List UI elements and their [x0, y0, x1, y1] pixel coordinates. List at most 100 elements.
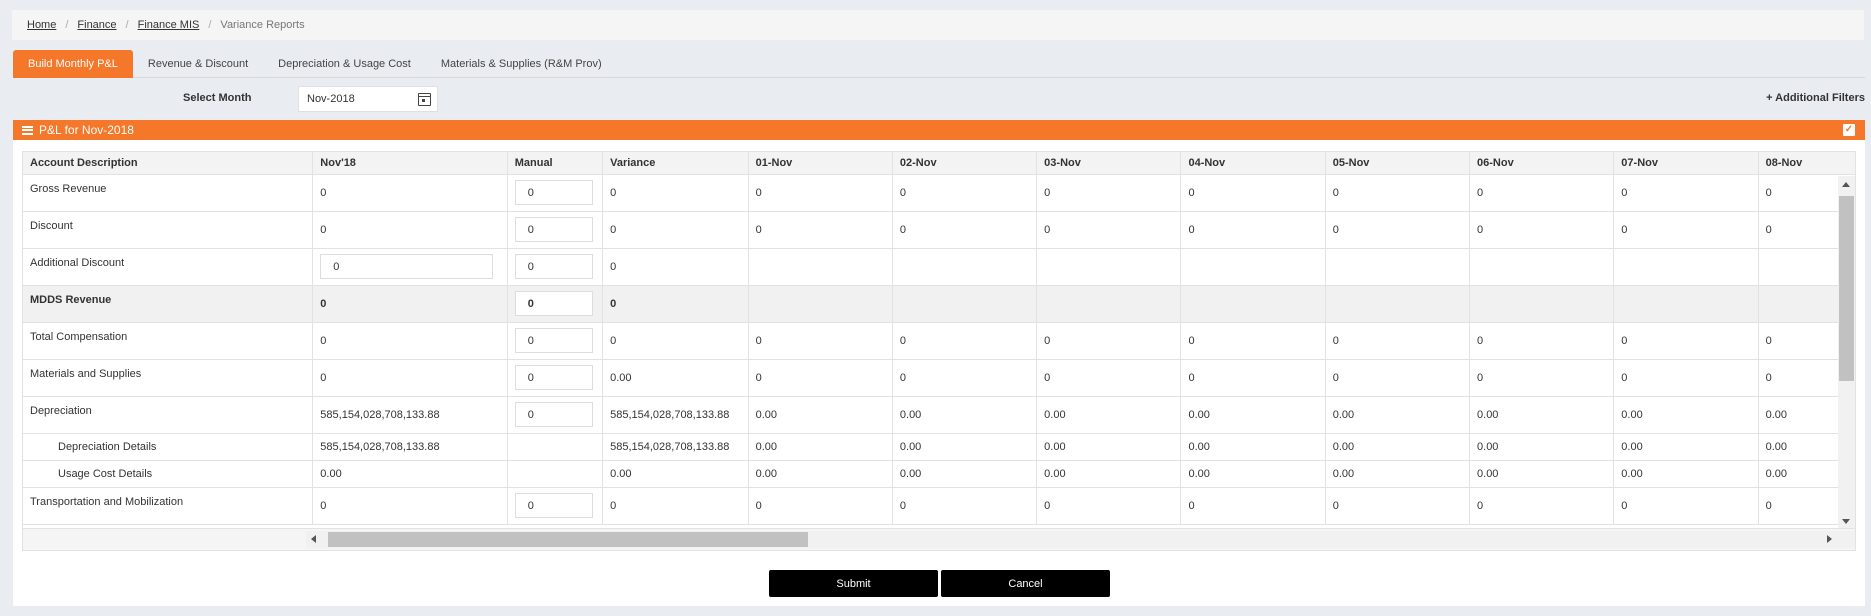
day-cell: 0	[1613, 487, 1759, 525]
manual-input[interactable]: 0	[514, 493, 593, 518]
column-header: Account Description	[23, 152, 314, 175]
day-cell: 0	[892, 322, 1038, 360]
day-cell	[748, 285, 893, 323]
column-header: 08-Nov	[1758, 152, 1855, 175]
day-cell	[1036, 248, 1182, 286]
filter-row: Select Month Nov-2018 + Additional Filte…	[13, 86, 1865, 112]
day-cell: 0.00	[892, 460, 1038, 488]
day-cell: 0.00	[1036, 460, 1182, 488]
nov-input[interactable]: 0	[320, 254, 494, 279]
account-description: Depreciation Details	[23, 433, 314, 461]
nov-cell: 0	[312, 359, 508, 397]
breadcrumb-current: Variance Reports	[220, 19, 305, 31]
day-cell: 0	[1469, 322, 1615, 360]
manual-input[interactable]: 0	[514, 291, 593, 316]
scroll-right-icon[interactable]	[1827, 535, 1832, 543]
pl-table-container: Account Description Nov'18 Manual Varian…	[22, 151, 1856, 551]
tab-materials-supplies[interactable]: Materials & Supplies (R&M Prov)	[426, 50, 617, 78]
day-cell: 0	[1469, 359, 1615, 397]
vertical-scrollbar[interactable]	[1838, 176, 1855, 528]
day-cell: 0.00	[1325, 396, 1471, 434]
table-header-row: Account Description Nov'18 Manual Varian…	[23, 152, 1855, 175]
day-cell: 0	[892, 174, 1038, 212]
manual-input[interactable]: 0	[514, 328, 593, 353]
month-picker[interactable]: Nov-2018	[298, 86, 438, 112]
variance-cell: 585,154,028,708,133.88	[602, 396, 749, 434]
manual-cell: 0	[507, 322, 604, 360]
table-row: Additional Discount 0 0 0	[23, 248, 1855, 286]
day-cell	[1613, 248, 1759, 286]
day-cell: 0	[1036, 211, 1182, 249]
manual-input[interactable]: 0	[514, 402, 593, 427]
day-cell: 0	[1613, 211, 1759, 249]
day-cell: 0	[1325, 174, 1471, 212]
breadcrumb-separator: /	[65, 19, 69, 31]
variance-cell: 0	[602, 211, 749, 249]
breadcrumb-home-link[interactable]: Home	[27, 19, 56, 31]
manual-input[interactable]: 0	[514, 180, 593, 205]
account-description: MDDS Revenue	[23, 285, 314, 323]
day-cell: 0.00	[1325, 433, 1471, 461]
account-description: Transportation and Mobilization	[23, 487, 314, 525]
panel-header: P&L for Nov-2018 ✓	[13, 120, 1865, 140]
variance-cell: 0	[602, 174, 749, 212]
day-cell	[1180, 285, 1326, 323]
cancel-button[interactable]: Cancel	[941, 570, 1110, 597]
manual-cell	[507, 433, 604, 461]
table-row: Usage Cost Details 0.00 0.00 0.00 0.00 0.00 0.…	[23, 460, 1855, 488]
tab-build-monthly-pl[interactable]: Build Monthly P&L	[13, 50, 133, 78]
day-cell: 0	[1036, 174, 1182, 212]
manual-cell: 0	[507, 487, 604, 525]
variance-cell: 0.00	[602, 359, 749, 397]
day-cell: 0	[1469, 487, 1615, 525]
nov-cell: 0	[312, 285, 508, 323]
day-cell: 0.00	[1036, 433, 1182, 461]
horizontal-scrollbar[interactable]	[23, 528, 1855, 550]
tab-revenue-discount[interactable]: Revenue & Discount	[133, 50, 263, 78]
manual-input[interactable]: 0	[514, 217, 593, 242]
vertical-scroll-thumb[interactable]	[1839, 196, 1854, 381]
horizontal-scroll-thumb[interactable]	[328, 532, 808, 547]
nov-cell: 0	[312, 322, 508, 360]
scroll-left-icon[interactable]	[311, 535, 316, 543]
day-cell: 0	[1180, 174, 1326, 212]
nov-cell: 0.00	[312, 460, 508, 488]
day-cell	[1469, 248, 1615, 286]
column-header: 04-Nov	[1180, 152, 1326, 175]
day-cell: 0	[1613, 322, 1759, 360]
breadcrumb-finance-mis-link[interactable]: Finance MIS	[138, 19, 200, 31]
manual-input[interactable]: 0	[514, 254, 593, 279]
day-cell: 0.00	[1469, 460, 1615, 488]
column-header: 05-Nov	[1325, 152, 1471, 175]
breadcrumb-finance-link[interactable]: Finance	[77, 19, 116, 31]
manual-input[interactable]: 0	[514, 365, 593, 390]
manual-cell: 0	[507, 285, 604, 323]
account-description: Depreciation	[23, 396, 314, 434]
day-cell: 0	[1180, 359, 1326, 397]
submit-button[interactable]: Submit	[769, 570, 938, 597]
checkbox-checked-icon[interactable]: ✓	[1843, 124, 1855, 136]
day-cell: 0	[1180, 322, 1326, 360]
month-value: Nov-2018	[307, 93, 355, 105]
day-cell: 0	[748, 174, 893, 212]
breadcrumb-separator: /	[208, 19, 212, 31]
tab-depreciation-usage-cost[interactable]: Depreciation & Usage Cost	[263, 50, 426, 78]
day-cell: 0	[1180, 211, 1326, 249]
scroll-down-icon[interactable]	[1842, 519, 1850, 524]
list-icon	[22, 125, 33, 135]
day-cell	[892, 248, 1038, 286]
variance-cell: 0	[602, 285, 749, 323]
select-month-label: Select Month	[183, 92, 252, 104]
day-cell: 0.00	[1469, 396, 1615, 434]
nov-cell: 0	[312, 211, 508, 249]
day-cell	[892, 285, 1038, 323]
scroll-up-icon[interactable]	[1842, 182, 1850, 187]
pl-table: Account Description Nov'18 Manual Varian…	[23, 152, 1855, 525]
variance-cell: 0	[602, 248, 749, 286]
column-header: 03-Nov	[1036, 152, 1182, 175]
table-row: Depreciation Details 585,154,028,708,133.…	[23, 433, 1855, 461]
additional-filters-link[interactable]: + Additional Filters	[1766, 92, 1865, 104]
pl-panel: P&L for Nov-2018 ✓ Account Description N…	[13, 120, 1865, 606]
calendar-icon[interactable]	[418, 92, 431, 106]
horizontal-scroll-track[interactable]	[306, 531, 1855, 548]
